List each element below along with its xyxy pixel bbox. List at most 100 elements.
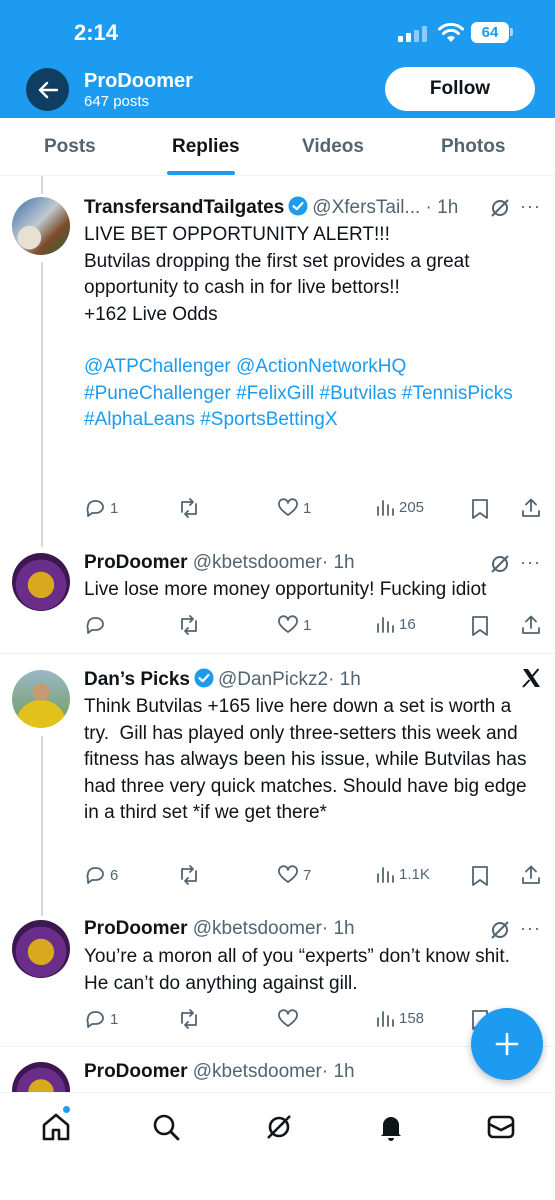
view-count: 1.1K (399, 865, 430, 883)
avatar[interactable] (12, 197, 70, 255)
author-handle[interactable]: @kbetsdoomer (193, 552, 322, 573)
repost-button[interactable] (177, 1008, 201, 1030)
reply-count: 6 (110, 866, 119, 884)
post-time: · 1h (321, 918, 355, 939)
slashed-circle-icon[interactable] (488, 918, 512, 942)
views-button[interactable]: 1.1K (375, 864, 430, 884)
views-icon (377, 500, 394, 516)
bookmark-icon[interactable] (471, 498, 489, 520)
views-button[interactable]: 205 (375, 497, 424, 517)
nav-notifications[interactable] (373, 1109, 409, 1145)
post-text-line: Butvilas dropping the first set provides… (84, 250, 475, 299)
reply-button[interactable]: 1 (84, 497, 118, 519)
share-icon[interactable] (520, 497, 542, 519)
nav-search[interactable] (148, 1109, 184, 1145)
more-dots-icon[interactable]: ··· (520, 196, 541, 217)
active-tab-indicator (167, 171, 235, 175)
tab-posts[interactable]: Posts (44, 136, 96, 158)
author-name[interactable]: ProDoomer (84, 918, 187, 939)
post-text-line: You’re a moron all of you “experts” don’… (84, 946, 516, 994)
more-dots-icon[interactable]: ··· (520, 918, 541, 939)
like-button[interactable]: 1 (277, 614, 311, 636)
plus-icon (495, 1032, 519, 1056)
avatar[interactable] (12, 553, 70, 611)
tab-photos[interactable]: Photos (441, 136, 505, 158)
post-author-line: ProDoomer @kbetsdoomer· 1h (84, 552, 355, 574)
author-name[interactable]: ProDoomer (84, 1061, 187, 1082)
nav-messages[interactable] (483, 1109, 519, 1145)
repost-icon (181, 865, 197, 885)
repost-button[interactable] (177, 497, 201, 519)
x-logo-icon[interactable] (520, 667, 542, 689)
repost-button[interactable] (177, 614, 201, 636)
verified-badge-icon (194, 668, 214, 688)
author-name[interactable]: ProDoomer (84, 552, 187, 573)
views-icon (377, 1011, 394, 1027)
tab-videos[interactable]: Videos (302, 136, 364, 158)
thread-line (41, 176, 43, 194)
like-button[interactable]: 7 (277, 864, 311, 886)
slashed-circle-icon[interactable] (488, 552, 512, 576)
nav-grok[interactable] (261, 1109, 297, 1145)
thread-line (41, 736, 43, 916)
tab-replies[interactable]: Replies (172, 136, 240, 158)
reply-icon (86, 500, 104, 517)
post-text: Live lose more money opportunity! Fuckin… (84, 577, 534, 604)
view-count: 158 (399, 1009, 425, 1027)
wifi-icon (438, 22, 464, 42)
like-button[interactable]: 1 (277, 497, 311, 519)
post-time: · 1h (321, 552, 355, 573)
nav-home[interactable] (38, 1109, 74, 1145)
post-author-line: ProDoomer @kbetsdoomer· 1h (84, 1061, 355, 1083)
search-icon (153, 1114, 180, 1141)
views-button[interactable]: 16 (375, 614, 416, 634)
reply-button[interactable] (84, 614, 106, 636)
views-button[interactable]: 158 (375, 1008, 424, 1028)
home-icon (42, 1113, 70, 1141)
post-text: Think Butvilas +165 live here down a set… (84, 694, 534, 827)
share-icon[interactable] (520, 864, 542, 886)
reply-icon (86, 1011, 104, 1028)
post-hashtags[interactable]: @ATPChallenger @ActionNetworkHQ #PuneCha… (84, 354, 534, 434)
author-handle[interactable]: @XfersTail... (312, 197, 420, 218)
like-button[interactable] (277, 1008, 299, 1030)
author-handle[interactable]: @DanPickz2 (218, 669, 328, 690)
like-count: 1 (303, 499, 312, 517)
view-count: 16 (399, 615, 416, 633)
grok-icon (267, 1115, 291, 1139)
avatar[interactable] (12, 1062, 70, 1092)
status-time: 2:14 (74, 20, 119, 45)
like-count: 1 (303, 616, 312, 634)
follow-button[interactable]: Follow (385, 67, 535, 111)
compose-button[interactable] (471, 1008, 543, 1080)
author-handle[interactable]: @kbetsdoomer (193, 918, 322, 939)
bookmark-icon[interactable] (471, 865, 489, 887)
author-name[interactable]: TransfersandTailgates (84, 197, 284, 218)
repost-button[interactable] (177, 864, 201, 886)
heart-icon (278, 615, 298, 633)
post-text: You’re a moron all of you “experts” don’… (84, 944, 534, 997)
back-button[interactable] (26, 68, 69, 111)
heart-icon (278, 865, 298, 883)
arrow-left-icon (38, 81, 58, 98)
share-icon[interactable] (520, 614, 542, 636)
slashed-circle-icon[interactable] (488, 196, 512, 220)
more-dots-icon[interactable]: ··· (520, 552, 541, 573)
profile-header: 2:14 64 ProDoomer 647 posts Follow (0, 0, 555, 118)
reply-button[interactable]: 6 (84, 864, 118, 886)
view-count: 205 (399, 498, 425, 516)
avatar[interactable] (12, 670, 70, 728)
reply-count: 1 (110, 1010, 119, 1028)
bookmark-icon[interactable] (471, 615, 489, 637)
reply-button[interactable]: 1 (84, 1008, 118, 1030)
post-text-line: Live lose more money opportunity! Fuckin… (84, 579, 487, 600)
author-name[interactable]: Dan’s Picks (84, 669, 190, 690)
post-text-line: +162 Live Odds (84, 303, 218, 325)
author-handle[interactable]: @kbetsdoomer (193, 1061, 322, 1082)
bottom-navigation (0, 1092, 555, 1200)
thread-line (41, 262, 43, 547)
avatar[interactable] (12, 920, 70, 978)
reply-icon (86, 867, 104, 884)
battery-indicator: 64 (471, 22, 509, 43)
post-author-line: TransfersandTailgates @XfersTail... · 1h (84, 196, 458, 219)
